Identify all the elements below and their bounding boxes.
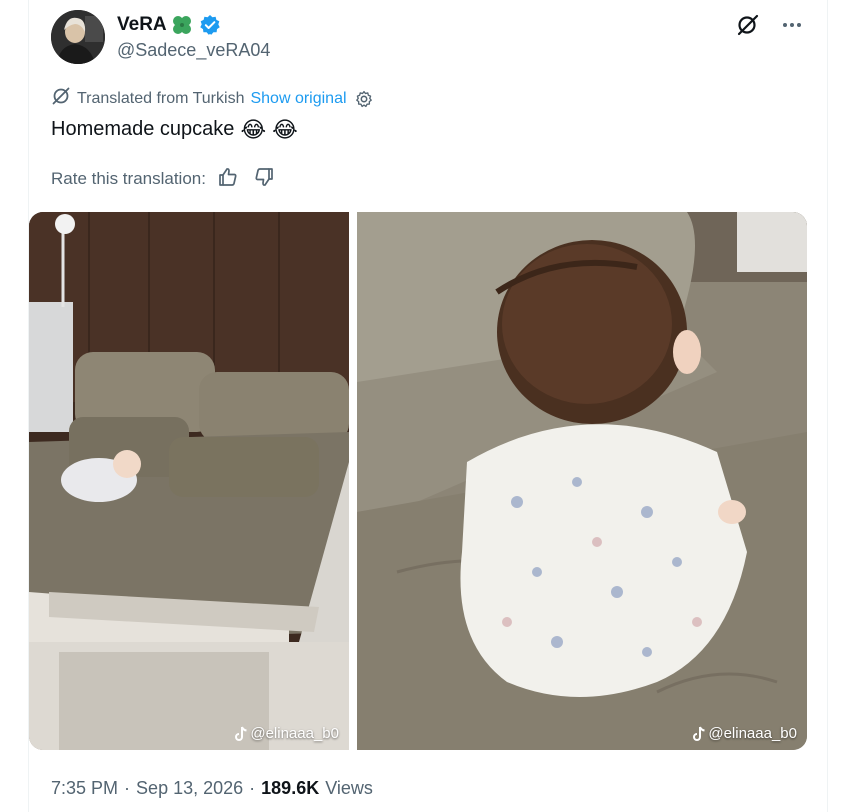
tiktok-watermark: @elinaaa_b0: [234, 725, 339, 742]
verified-badge-icon[interactable]: [199, 14, 221, 36]
tweet-text: Homemade cupcake 😂 😂: [51, 118, 298, 141]
tweet-meta: 7:35 PM · Sep 13, 2026 · 189.6K Views: [51, 778, 373, 799]
views-label: Views: [325, 778, 373, 798]
more-options-icon: [781, 14, 803, 41]
rate-translation: Rate this translation:: [51, 166, 278, 192]
grok-icon: [736, 13, 760, 42]
joy-emoji: 😂: [272, 116, 298, 142]
thumbs-down-button[interactable]: [250, 166, 278, 192]
thumbs-down-icon: [253, 166, 275, 193]
author-handle[interactable]: @Sadece_veRA04: [117, 40, 270, 61]
more-options-button[interactable]: [775, 10, 809, 44]
translation-notice: Translated from Turkish Show original: [51, 86, 375, 111]
author-display-name[interactable]: VeRA: [117, 13, 221, 37]
watermark-text: @elinaaa_b0: [250, 725, 339, 742]
views-count[interactable]: 189.6K: [261, 778, 319, 799]
tiktok-watermark: @elinaaa_b0: [692, 725, 797, 742]
translation-label: Translated from Turkish: [77, 89, 245, 107]
avatar[interactable]: [51, 10, 105, 64]
tweet-date[interactable]: Sep 13, 2026: [136, 778, 243, 799]
meta-separator: ·: [249, 778, 256, 798]
grok-button[interactable]: [731, 10, 765, 44]
thumbs-up-button[interactable]: [214, 166, 242, 192]
media-photo-1[interactable]: @elinaaa_b0: [29, 212, 349, 750]
meta-separator: ·: [124, 778, 131, 798]
tweet-body: Homemade cupcake: [51, 118, 235, 140]
tweet-top-actions: [731, 10, 809, 44]
translate-icon: [51, 86, 71, 111]
rate-translation-label: Rate this translation:: [51, 169, 206, 188]
tiktok-icon: [234, 726, 248, 742]
media-photo-2[interactable]: @elinaaa_b0: [357, 212, 807, 750]
author-name-text[interactable]: VeRA: [117, 14, 167, 36]
show-original-link[interactable]: Show original: [250, 90, 346, 108]
tweet-time[interactable]: 7:35 PM: [51, 778, 118, 799]
joy-emoji: 😂: [240, 116, 267, 142]
tweet-media: @elinaaa_b0 @elinaaa_b0: [29, 212, 807, 750]
tweet-card: VeRA @Sadece_veRA04 Translated from Turk…: [28, 0, 828, 812]
watermark-text: @elinaaa_b0: [708, 725, 797, 742]
tiktok-icon: [692, 726, 706, 742]
four-leaf-clover-icon: [170, 13, 194, 37]
thumbs-up-icon: [217, 166, 239, 193]
gear-icon[interactable]: [353, 88, 375, 110]
